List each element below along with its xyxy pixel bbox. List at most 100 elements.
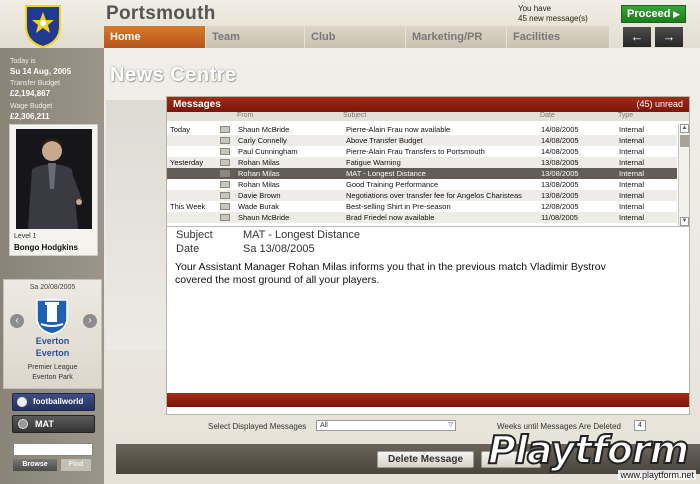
main-tabs: Home Team Club Marketing/PR Facilities — [104, 26, 610, 48]
envelope-icon — [220, 203, 230, 210]
next-fixture-card[interactable]: Sa 20/08/2005 ‹ › Everton Everton Premie… — [3, 279, 102, 389]
message-date: 14/08/2005 — [541, 147, 579, 156]
message-from: Rohan Milas — [238, 169, 280, 178]
message-row[interactable]: Paul Cunningham Pierre-Alain Frau Transf… — [167, 146, 677, 157]
message-from: Shaun McBride — [238, 125, 290, 134]
envelope-icon — [220, 159, 230, 166]
message-row[interactable]: Today Shaun McBride Pierre-Alain Frau no… — [167, 124, 677, 135]
play-icon: ▶ — [673, 9, 680, 19]
message-date: 13/08/2005 — [541, 180, 579, 189]
next-fixture-icon[interactable]: › — [83, 314, 97, 328]
message-row[interactable]: Carly Connelly Above Transfer Budget 14/… — [167, 135, 677, 146]
envelope-icon — [220, 148, 230, 155]
message-type: Internal — [619, 147, 645, 156]
message-subject: Fatigue Warning — [346, 158, 401, 167]
detail-date-label: Date — [176, 243, 200, 255]
message-detail: Subject MAT - Longest Distance Date Sa 1… — [167, 226, 689, 393]
fixture-opponent[interactable]: Everton — [4, 336, 101, 346]
club-name: Portsmouth — [106, 3, 216, 24]
search-input[interactable] — [13, 443, 93, 456]
manager-name: Bongo Hodgkins — [14, 243, 78, 252]
message-from: Rohan Milas — [238, 158, 280, 167]
find-button[interactable]: Find — [61, 459, 91, 471]
fixture-date: Sa 20/08/2005 — [29, 284, 76, 291]
column-type[interactable]: Type — [618, 112, 633, 119]
forward-arrow-icon[interactable]: → — [655, 27, 683, 47]
fixture-opponent-link[interactable]: Everton — [4, 348, 101, 358]
decorative-background — [106, 100, 166, 350]
scroll-up-icon[interactable]: ▲ — [680, 124, 689, 133]
message-type: Internal — [619, 180, 645, 189]
message-subject: Good Training Performance — [346, 180, 439, 189]
message-subject: MAT - Longest Distance — [346, 169, 426, 178]
message-type: Internal — [619, 158, 645, 167]
detail-date: Sa 13/08/2005 — [243, 243, 315, 255]
manager-level: Level 1 — [14, 233, 37, 240]
delete-message-button[interactable]: Delete Message — [377, 451, 474, 468]
message-type: Internal — [619, 202, 645, 211]
envelope-icon — [220, 181, 230, 188]
mat-icon — [18, 419, 28, 429]
manager-photo — [16, 129, 92, 229]
message-type: Internal — [619, 213, 645, 222]
message-list-scrollbar[interactable]: ▲ ▼ — [678, 124, 689, 226]
message-row[interactable]: This Week Wade Burak Best-selling Shirt … — [167, 201, 677, 212]
tab-marketing-pr[interactable]: Marketing/PR — [406, 26, 507, 48]
manager-card[interactable]: Level 1 Bongo Hodgkins — [9, 124, 98, 256]
message-row[interactable]: Shaun McBride Brad Friedel now available… — [167, 212, 677, 223]
watermark-url: www.playtform.net — [618, 470, 696, 480]
scroll-down-icon[interactable]: ▼ — [680, 217, 689, 226]
message-subject: Negotiations over transfer fee for Angel… — [346, 191, 522, 200]
message-from: Paul Cunningham — [238, 147, 298, 156]
message-type: Internal — [619, 191, 645, 200]
tab-facilities[interactable]: Facilities — [507, 26, 610, 48]
displayed-messages-select[interactable]: All ▽ — [316, 420, 456, 431]
portsmouth-crest-icon — [25, 5, 61, 48]
unread-count: (45) unread — [636, 99, 683, 109]
mat-label: MAT — [35, 419, 54, 429]
today-value: Su 14 Aug, 2005 — [10, 67, 72, 76]
back-arrow-icon[interactable]: ← — [623, 27, 651, 47]
previous-fixture-icon[interactable]: ‹ — [10, 314, 24, 328]
notice-line2: 45 new message(s) — [518, 14, 588, 23]
footballworld-label: footballworld — [33, 397, 84, 406]
fixture-competition: Premier League — [27, 364, 78, 371]
tab-team[interactable]: Team — [206, 26, 305, 48]
today-label: Today is — [10, 58, 36, 65]
message-group: Yesterday — [170, 158, 204, 167]
browse-button[interactable]: Browse — [13, 459, 57, 471]
message-row[interactable]: Davie Brown Negotiations over transfer f… — [167, 190, 677, 201]
scroll-thumb[interactable] — [680, 135, 689, 147]
column-from[interactable]: From — [237, 112, 253, 119]
message-row[interactable]: Yesterday Rohan Milas Fatigue Warning 13… — [167, 157, 677, 168]
detail-subject-label: Subject — [176, 229, 213, 241]
everton-crest-icon — [36, 299, 68, 335]
message-row[interactable]: Rohan Milas Good Training Performance 13… — [167, 179, 677, 190]
mat-button[interactable]: MAT — [12, 415, 95, 433]
proceed-button[interactable]: Proceed ▶ — [621, 5, 686, 23]
message-from: Rohan Milas — [238, 180, 280, 189]
watermark: Playtform www.playtform.net — [487, 424, 700, 484]
footballworld-button[interactable]: footballworld — [12, 393, 95, 411]
transfer-budget-value: £2,194,867 — [10, 89, 51, 98]
transfer-budget-label: Transfer Budget — [10, 80, 60, 87]
message-row-selected[interactable]: Rohan Milas MAT - Longest Distance 13/08… — [167, 168, 677, 179]
chevron-down-icon: ▽ — [448, 422, 453, 428]
message-from: Wade Burak — [238, 202, 279, 211]
message-date: 13/08/2005 — [541, 191, 579, 200]
proceed-label: Proceed — [627, 8, 671, 20]
new-messages-notice[interactable]: You have 45 new message(s) — [518, 4, 588, 24]
tab-home[interactable]: Home — [104, 26, 206, 48]
column-date[interactable]: Date — [540, 112, 555, 119]
message-subject: Pierre-Alain Frau now available — [346, 125, 451, 134]
message-subject: Pierre-Alain Frau Transfers to Portsmout… — [346, 147, 485, 156]
envelope-icon — [220, 192, 230, 199]
displayed-messages-value: All — [320, 422, 328, 429]
detail-subject: MAT - Longest Distance — [243, 229, 360, 241]
tab-club[interactable]: Club — [305, 26, 406, 48]
message-column-headers: From Subject Date Type — [167, 112, 689, 121]
column-subject[interactable]: Subject — [343, 112, 366, 119]
message-from: Davie Brown — [238, 191, 281, 200]
message-date: 14/08/2005 — [541, 125, 579, 134]
message-type: Internal — [619, 136, 645, 145]
